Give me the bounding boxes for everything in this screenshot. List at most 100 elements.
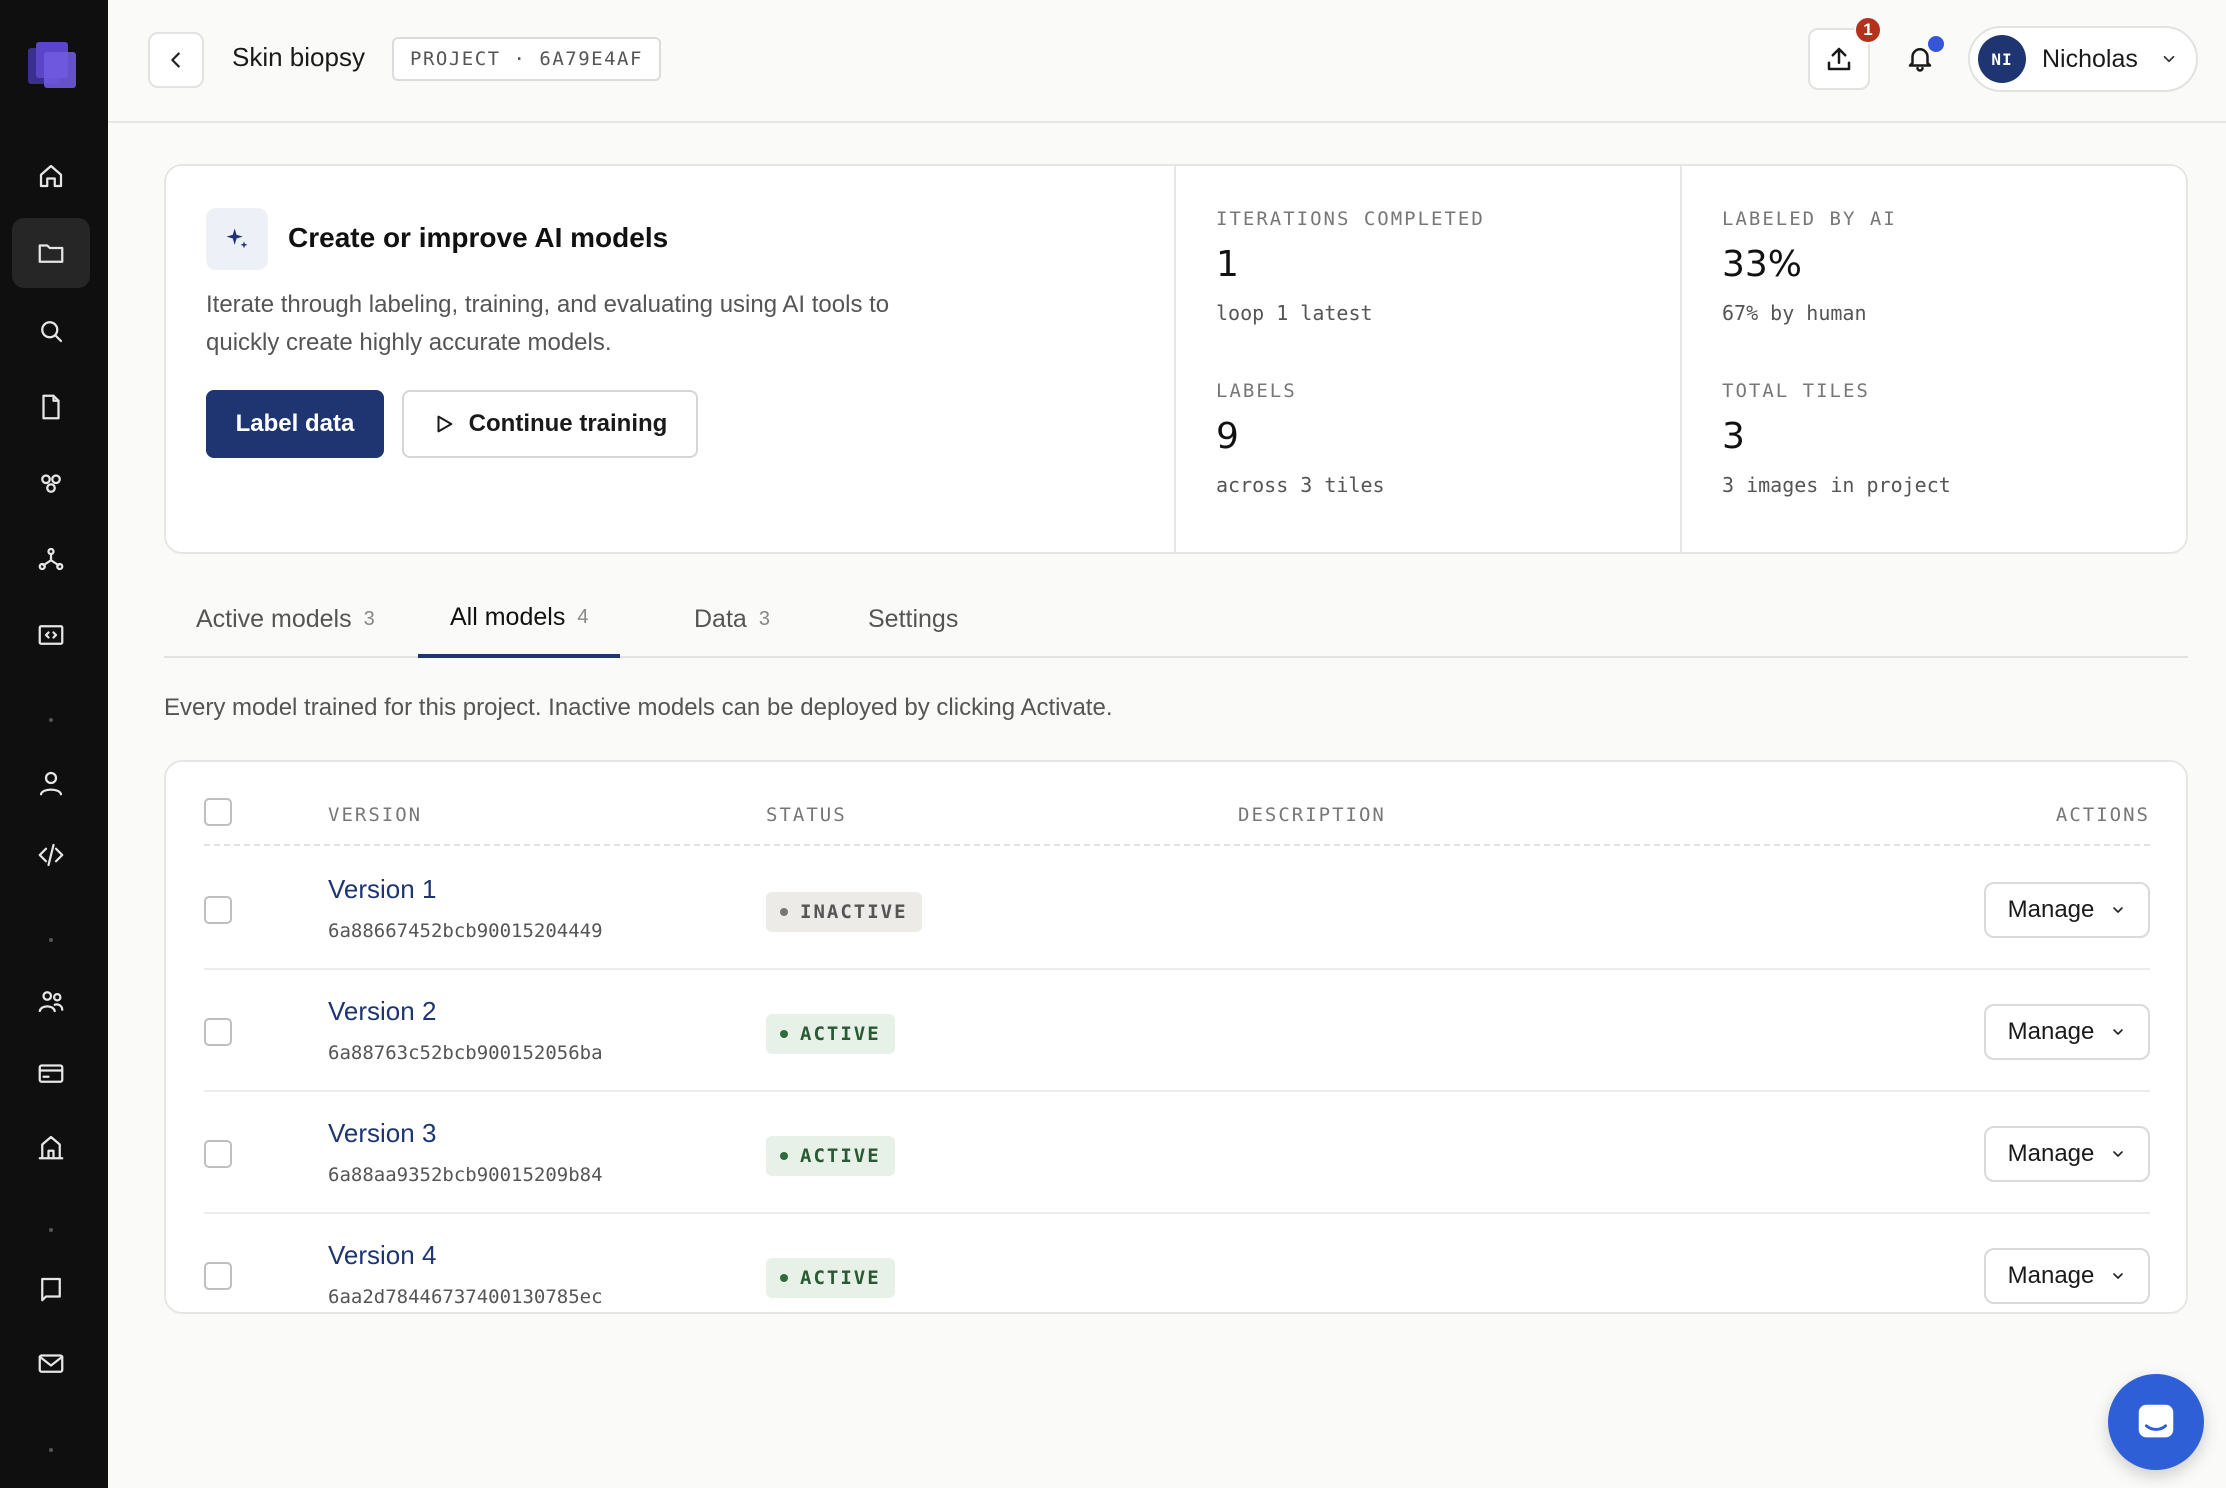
- code-icon: [38, 843, 64, 867]
- status-badge: INACTIVE: [766, 892, 922, 932]
- sidebar-item-projects[interactable]: [12, 218, 90, 288]
- tab-active-models[interactable]: Active models 3: [164, 580, 407, 658]
- manage-label: Manage: [2007, 1262, 2095, 1289]
- tab-label: Settings: [868, 604, 959, 633]
- sidebar-item-team[interactable]: [12, 966, 90, 1036]
- sidebar-item-documents[interactable]: [12, 372, 90, 442]
- chat-icon: [2138, 1404, 2174, 1438]
- sidebar-item-docs[interactable]: [12, 1254, 90, 1324]
- row-checkbox[interactable]: [204, 1262, 232, 1290]
- manage-button[interactable]: Manage: [1984, 1248, 2150, 1304]
- ai-models-title: Create or improve AI models: [288, 222, 669, 253]
- upload-button[interactable]: 1: [1808, 16, 1882, 90]
- sidebar: [0, 0, 108, 1488]
- table-row: Version 3 6a88aa9352bcb90015209b84 ACTIV…: [204, 1092, 2150, 1214]
- book-icon: [41, 1277, 61, 1302]
- table-row: Version 1 6a88667452bcb90015204449 INACT…: [204, 848, 2150, 970]
- version-name-link[interactable]: Version 1: [328, 874, 436, 905]
- tab-data[interactable]: Data 3: [662, 580, 802, 658]
- tab-label: Data: [694, 604, 747, 633]
- status-label: ACTIVE: [800, 1023, 881, 1045]
- user-icon: [39, 771, 63, 796]
- version-name-link[interactable]: Version 2: [328, 996, 436, 1027]
- status-dot: [780, 908, 788, 916]
- status-badge: ACTIVE: [766, 1258, 895, 1298]
- version-id: 6a88aa9352bcb90015209b84: [328, 1164, 603, 1186]
- version-id: 6a88667452bcb90015204449: [328, 920, 603, 942]
- stat-labeled-by-ai: LABELED BY AI 33% 67% by human: [1722, 208, 1897, 325]
- stat-label: ITERATIONS COMPLETED: [1216, 208, 1485, 230]
- back-button[interactable]: [148, 32, 204, 88]
- continue-training-button[interactable]: Continue training: [402, 390, 698, 458]
- sidebar-separator: [49, 718, 53, 722]
- status-label: INACTIVE: [800, 901, 908, 923]
- support-chat-button[interactable]: [2108, 1374, 2204, 1470]
- stat-value: 9: [1216, 416, 1239, 457]
- tab-label: All models: [450, 602, 566, 631]
- version-id: 6aa2d78446737400130785ec: [328, 1286, 603, 1308]
- sidebar-item-search[interactable]: [12, 296, 90, 366]
- manage-button[interactable]: Manage: [1984, 882, 2150, 938]
- chevron-down-icon: [2113, 907, 2124, 913]
- sidebar-item-billing[interactable]: [12, 1038, 90, 1108]
- manage-button[interactable]: Manage: [1984, 1004, 2150, 1060]
- sidebar-item-home[interactable]: [12, 141, 90, 211]
- stat-value: 1: [1216, 244, 1239, 285]
- user-menu[interactable]: NI Nicholas: [1968, 26, 2198, 92]
- status-badge: ACTIVE: [766, 1014, 895, 1054]
- sidebar-item-models[interactable]: [12, 448, 90, 518]
- stat-value: 33%: [1722, 244, 1803, 285]
- status-badge: ACTIVE: [766, 1136, 895, 1176]
- mail-icon: [38, 1354, 64, 1373]
- row-checkbox[interactable]: [204, 1140, 232, 1168]
- manage-label: Manage: [2007, 1140, 2095, 1167]
- network-icon: [38, 547, 64, 571]
- stat-labels: LABELS 9 across 3 tiles: [1216, 380, 1385, 497]
- stat-iterations: ITERATIONS COMPLETED 1 loop 1 latest: [1216, 208, 1485, 325]
- manage-button[interactable]: Manage: [1984, 1126, 2150, 1182]
- ai-models-description: Iterate through labeling, training, and …: [206, 291, 890, 356]
- tab-settings[interactable]: Settings: [836, 580, 990, 658]
- stats-column-2: LABELED BY AI 33% 67% by human TOTAL TIL…: [1682, 166, 2190, 552]
- sidebar-item-organization[interactable]: [12, 1112, 90, 1182]
- chevron-down-icon: [2113, 1273, 2124, 1279]
- tab-all-models[interactable]: All models 4: [418, 580, 621, 658]
- status-dot: [780, 1030, 788, 1038]
- version-name-link[interactable]: Version 4: [328, 1240, 436, 1271]
- models-table: VERSION STATUS DESCRIPTION ACTIONS Versi…: [164, 760, 2188, 1314]
- team-icon: [38, 991, 64, 1013]
- row-checkbox[interactable]: [204, 896, 232, 924]
- manage-label: Manage: [2007, 896, 2095, 923]
- sidebar-item-embeds[interactable]: [12, 600, 90, 670]
- tab-count: 3: [363, 607, 375, 630]
- column-header-description: DESCRIPTION: [1238, 804, 1386, 826]
- tab-count: 3: [758, 607, 770, 630]
- folder-icon: [38, 244, 64, 263]
- top-header: Skin biopsy PROJECT · 6A79E4AF 1 NI Nich…: [108, 0, 2226, 123]
- project-id-tag[interactable]: PROJECT · 6A79E4AF: [392, 37, 661, 81]
- chevron-down-icon: [2163, 55, 2175, 63]
- stat-label: LABELS: [1216, 380, 1297, 402]
- version-name-link[interactable]: Version 3: [328, 1118, 436, 1149]
- label-data-button[interactable]: Label data: [206, 390, 384, 458]
- sidebar-item-account[interactable]: [12, 748, 90, 818]
- building-icon: [38, 1135, 64, 1160]
- row-checkbox[interactable]: [204, 1018, 232, 1046]
- sparkle-icon: [206, 208, 268, 270]
- sidebar-separator: [49, 1448, 53, 1452]
- page-title: Skin biopsy: [232, 42, 365, 72]
- chevron-down-icon: [2113, 1029, 2124, 1035]
- app-logo[interactable]: [26, 38, 78, 90]
- nodes-icon: [41, 474, 61, 493]
- tab-count: 4: [577, 605, 589, 628]
- notifications-button[interactable]: [1892, 30, 1948, 86]
- sidebar-item-api[interactable]: [12, 820, 90, 890]
- stat-label: LABELED BY AI: [1722, 208, 1897, 230]
- credit-card-icon: [38, 1064, 64, 1083]
- sidebar-item-contact[interactable]: [12, 1328, 90, 1398]
- column-header-version: VERSION: [328, 804, 423, 826]
- select-all-checkbox[interactable]: [204, 798, 232, 826]
- sidebar-item-workflows[interactable]: [12, 524, 90, 594]
- column-header-actions: ACTIONS: [2055, 804, 2150, 826]
- notification-dot: [1928, 36, 1944, 52]
